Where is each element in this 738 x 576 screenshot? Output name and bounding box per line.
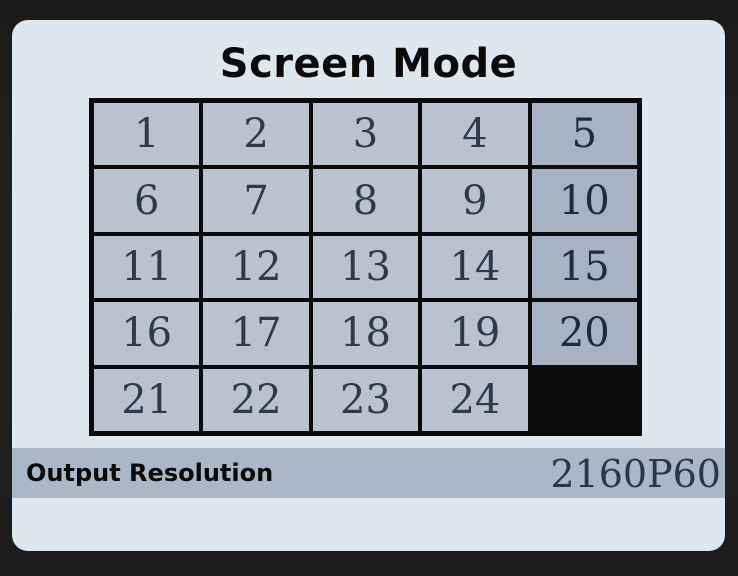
mode-cell-15[interactable]: 15 bbox=[531, 235, 637, 299]
mode-cell-3[interactable]: 3 bbox=[312, 103, 419, 166]
mode-cell-7[interactable]: 7 bbox=[203, 169, 309, 232]
mode-cell-23[interactable]: 23 bbox=[312, 368, 419, 431]
mode-cell-11[interactable]: 11 bbox=[94, 235, 200, 299]
output-resolution-value: 2160P60 bbox=[550, 452, 721, 496]
mode-cell-4[interactable]: 4 bbox=[422, 103, 528, 166]
mode-cell-14[interactable]: 14 bbox=[422, 235, 528, 299]
mode-cell-16[interactable]: 16 bbox=[94, 302, 200, 365]
mode-cell-19[interactable]: 19 bbox=[422, 302, 528, 365]
mode-cell-17[interactable]: 17 bbox=[203, 302, 309, 365]
mode-cell-20[interactable]: 20 bbox=[531, 302, 637, 365]
page-title: Screen Mode bbox=[219, 41, 518, 87]
screen-mode-grid: 1 2 3 4 5 6 7 8 9 10 11 12 13 14 15 16 1… bbox=[89, 98, 642, 436]
mode-cell-2[interactable]: 2 bbox=[203, 103, 309, 166]
mode-cell-13[interactable]: 13 bbox=[312, 235, 419, 299]
mode-cell-10[interactable]: 10 bbox=[531, 169, 637, 232]
mode-cell-9[interactable]: 9 bbox=[422, 169, 528, 232]
mode-cell-8[interactable]: 8 bbox=[312, 169, 419, 232]
mode-cell-22[interactable]: 22 bbox=[203, 368, 309, 431]
mode-cell-12[interactable]: 12 bbox=[203, 235, 309, 299]
mode-cell-5[interactable]: 5 bbox=[531, 103, 637, 166]
output-resolution-label: Output Resolution bbox=[26, 459, 274, 487]
mode-cell-18[interactable]: 18 bbox=[312, 302, 419, 365]
mode-cell-6[interactable]: 6 bbox=[94, 169, 200, 232]
mode-cell-1[interactable]: 1 bbox=[94, 103, 200, 166]
device-bezel: Screen Mode 1 2 3 4 5 6 7 8 9 10 11 12 1… bbox=[0, 0, 738, 576]
mode-cell-21[interactable]: 21 bbox=[94, 368, 200, 431]
lcd-screen: Screen Mode 1 2 3 4 5 6 7 8 9 10 11 12 1… bbox=[12, 20, 725, 551]
output-resolution-bar: Output Resolution 2160P60 bbox=[12, 448, 725, 498]
mode-cell-24[interactable]: 24 bbox=[422, 368, 528, 431]
empty-cell bbox=[531, 368, 637, 431]
